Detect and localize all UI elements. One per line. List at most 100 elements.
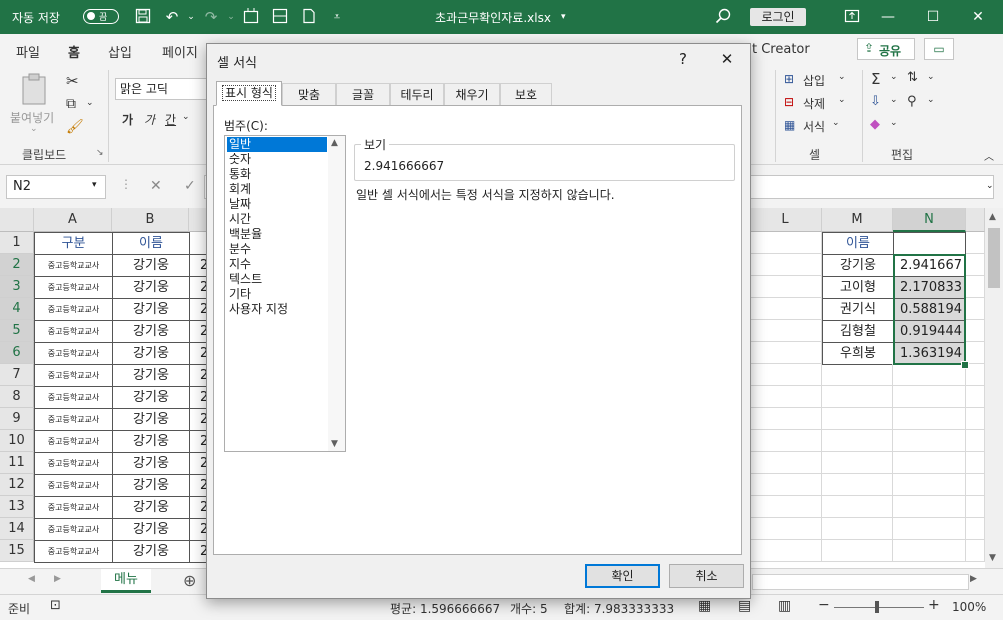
row-header[interactable]: 8 bbox=[0, 386, 34, 408]
redo-dropdown-icon[interactable]: ⌄ bbox=[222, 8, 240, 26]
grid-cell[interactable] bbox=[749, 408, 822, 430]
clear-icon[interactable]: ◆ bbox=[870, 117, 880, 132]
grid-cell[interactable] bbox=[749, 474, 822, 496]
share-button[interactable]: ⇪ 공유 bbox=[857, 38, 915, 60]
row-header[interactable]: 10 bbox=[0, 430, 34, 452]
tab-fill[interactable]: 채우기 bbox=[444, 83, 500, 105]
grid-cell[interactable] bbox=[966, 254, 985, 276]
zoom-slider-thumb[interactable] bbox=[875, 601, 879, 613]
lookup-name-cell[interactable]: 김형철 bbox=[822, 320, 894, 343]
lookup-name-cell[interactable]: 우희봉 bbox=[822, 342, 894, 365]
row-header[interactable]: 1 bbox=[0, 232, 34, 254]
lookup-header-empty[interactable] bbox=[893, 232, 966, 255]
zoom-in-icon[interactable]: + bbox=[928, 597, 940, 613]
grid-cell[interactable] bbox=[822, 408, 893, 430]
grid-cell[interactable] bbox=[893, 364, 966, 386]
name-cell[interactable]: 강기웅 bbox=[112, 474, 190, 497]
undo-dropdown-icon[interactable]: ⌄ bbox=[182, 8, 200, 26]
header-cell-category[interactable]: 구분 bbox=[34, 232, 113, 255]
scroll-up-icon[interactable]: ▲ bbox=[989, 212, 996, 222]
category-item[interactable]: 시간 bbox=[227, 212, 327, 227]
normal-view-icon[interactable]: ▦ bbox=[698, 598, 711, 614]
grid-cell[interactable] bbox=[893, 474, 966, 496]
name-cell[interactable]: 강기웅 bbox=[112, 496, 190, 519]
category-item[interactable]: 분수 bbox=[227, 242, 327, 257]
tab-file[interactable]: 파일 bbox=[16, 42, 40, 61]
category-item[interactable]: 통화 bbox=[227, 167, 327, 182]
freeze-icon[interactable] bbox=[242, 8, 260, 26]
delete-dropdown-icon[interactable]: ⌄ bbox=[838, 95, 846, 105]
file-name[interactable]: 초과근무확인자료.xlsx bbox=[435, 9, 551, 26]
grid-cell[interactable] bbox=[822, 518, 893, 540]
undo-icon[interactable]: ↶ bbox=[163, 8, 181, 26]
name-cell[interactable]: 강기웅 bbox=[112, 364, 190, 387]
name-cell[interactable]: 강기웅 bbox=[112, 276, 190, 299]
row-header[interactable]: 6 bbox=[0, 342, 34, 364]
insert-cells-label[interactable]: 삽입 bbox=[803, 72, 825, 89]
name-cell[interactable]: 강기웅 bbox=[112, 408, 190, 431]
value-cell[interactable]: 0.919444 bbox=[893, 320, 966, 343]
tab-protection[interactable]: 보호 bbox=[500, 83, 552, 105]
autosum-dropdown-icon[interactable]: ⌄ bbox=[890, 72, 898, 82]
horizontal-scrollbar[interactable] bbox=[752, 574, 969, 590]
row-header[interactable]: 3 bbox=[0, 276, 34, 298]
delete-cells-label[interactable]: 삭제 bbox=[803, 95, 825, 112]
value-cell[interactable]: 2.170833 bbox=[893, 276, 966, 299]
grid-cell[interactable] bbox=[749, 518, 822, 540]
grid-cell[interactable] bbox=[749, 540, 822, 562]
row-header[interactable]: 15 bbox=[0, 540, 34, 562]
grid-cell[interactable] bbox=[966, 430, 985, 452]
name-cell[interactable]: 강기웅 bbox=[112, 518, 190, 541]
grid-cell[interactable] bbox=[749, 320, 822, 342]
category-cell[interactable]: 중고등학교교사 bbox=[34, 408, 113, 431]
sheet-prev-icon[interactable]: ◀ bbox=[28, 574, 35, 584]
lookup-name-cell[interactable]: 강기웅 bbox=[822, 254, 894, 277]
name-cell[interactable]: 강기웅 bbox=[112, 254, 190, 277]
format-painter-icon[interactable]: 🖌 bbox=[66, 119, 84, 135]
insert-dropdown-icon[interactable]: ⌄ bbox=[838, 72, 846, 82]
copy-icon[interactable]: ⧉ bbox=[66, 96, 76, 112]
grid-cell[interactable] bbox=[893, 452, 966, 474]
category-cell[interactable]: 중고등학교교사 bbox=[34, 320, 113, 343]
category-item[interactable]: 날짜 bbox=[227, 197, 327, 212]
grid-cell[interactable] bbox=[822, 474, 893, 496]
cancel-entry-icon[interactable]: ✕ bbox=[150, 178, 162, 194]
col-header-n[interactable]: N bbox=[893, 208, 966, 232]
row-header[interactable]: 13 bbox=[0, 496, 34, 518]
underline-dropdown-icon[interactable]: ⌄ bbox=[182, 112, 190, 122]
grid-cell[interactable] bbox=[749, 342, 822, 364]
grid-cell[interactable] bbox=[966, 540, 985, 562]
grid-cell[interactable] bbox=[966, 276, 985, 298]
enter-entry-icon[interactable]: ✓ bbox=[184, 178, 196, 194]
row-header[interactable]: 11 bbox=[0, 452, 34, 474]
category-cell[interactable]: 중고등학교교사 bbox=[34, 276, 113, 299]
lookup-header-name[interactable]: 이름 bbox=[822, 232, 894, 255]
col-header-l[interactable]: L bbox=[749, 208, 822, 232]
grid-cell[interactable] bbox=[966, 232, 985, 254]
italic-button[interactable]: 가 bbox=[144, 111, 155, 128]
grid-cell[interactable] bbox=[749, 430, 822, 452]
ok-button[interactable]: 확인 bbox=[585, 564, 660, 588]
bold-button[interactable]: 가 bbox=[122, 111, 133, 128]
add-sheet-icon[interactable]: ⊕ bbox=[183, 571, 196, 590]
grid-cell[interactable] bbox=[966, 496, 985, 518]
page-layout-view-icon[interactable]: ▤ bbox=[738, 598, 751, 614]
maximize-icon[interactable]: ☐ bbox=[913, 6, 953, 28]
name-box-dropdown-icon[interactable]: ▾ bbox=[92, 180, 97, 190]
grid-cell[interactable] bbox=[822, 430, 893, 452]
find-dropdown-icon[interactable]: ⌄ bbox=[927, 95, 935, 105]
tab-border[interactable]: 테두리 bbox=[390, 83, 444, 105]
value-cell[interactable]: 1.363194 bbox=[893, 342, 966, 365]
grid-cell[interactable] bbox=[749, 298, 822, 320]
zoom-level[interactable]: 100% bbox=[952, 600, 986, 614]
category-cell[interactable]: 중고등학교교사 bbox=[34, 518, 113, 541]
name-cell[interactable]: 강기웅 bbox=[112, 540, 190, 563]
close-icon[interactable]: ✕ bbox=[958, 6, 998, 28]
grid-cell[interactable] bbox=[966, 452, 985, 474]
row-header[interactable]: 12 bbox=[0, 474, 34, 496]
name-cell[interactable]: 강기웅 bbox=[112, 430, 190, 453]
grid-cell[interactable] bbox=[749, 276, 822, 298]
scroll-down-icon[interactable]: ▼ bbox=[989, 553, 996, 563]
formula-expand-icon[interactable]: ⌄ bbox=[986, 181, 994, 191]
grid-cell[interactable] bbox=[893, 408, 966, 430]
